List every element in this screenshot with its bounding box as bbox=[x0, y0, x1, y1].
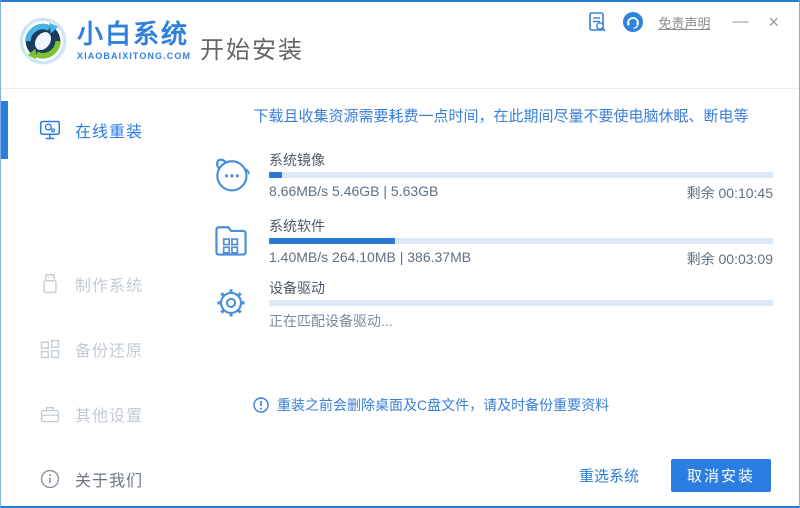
progress-bar bbox=[269, 238, 773, 244]
footer: 重选系统 取消安装 bbox=[579, 459, 771, 492]
main-content: 下载且收集资源需要耗费一点时间，在此期间尽量不要使电脑休眠、断电等 系统镜像 8… bbox=[201, 90, 799, 506]
install-notes-icon[interactable] bbox=[586, 11, 608, 33]
cancel-install-button[interactable]: 取消安装 bbox=[670, 459, 771, 492]
app-logo: 小白系统 XIAOBAIXITONG.COM bbox=[17, 14, 191, 66]
blocks-icon bbox=[40, 339, 60, 359]
task-stats: 8.66MB/s 5.46GB | 5.63GB bbox=[269, 183, 439, 199]
task-row-system-software: 系统软件 1.40MB/s 264.10MB | 386.37MB 剩余 00:… bbox=[201, 216, 799, 268]
customer-service-icon[interactable] bbox=[622, 11, 644, 33]
alert-circle-icon bbox=[253, 397, 269, 413]
logo-swirl-icon bbox=[19, 17, 67, 65]
warning-text: 下载且收集资源需要耗费一点时间，在此期间尽量不要使电脑休眠、断电等 bbox=[253, 108, 749, 125]
header: 小白系统 XIAOBAIXITONG.COM 开始安装 免责声明 — × bbox=[1, 2, 799, 89]
monitor-icon bbox=[39, 120, 61, 140]
task-row-system-image: 系统镜像 8.66MB/s 5.46GB | 5.63GB 剩余 00:10:4… bbox=[201, 150, 799, 202]
folder-icon bbox=[215, 226, 247, 256]
notice-text: 重装之前会删除桌面及C盘文件，请及时备份重要资料 bbox=[277, 397, 610, 413]
sidebar-item-label: 备份还原 bbox=[75, 343, 144, 360]
info-icon bbox=[40, 469, 60, 489]
logo-title: 小白系统 bbox=[77, 19, 190, 49]
sidebar-item-label: 关于我们 bbox=[75, 473, 144, 490]
sidebar-item-about-us[interactable]: 关于我们 bbox=[1, 450, 201, 506]
sidebar-item-backup-restore[interactable]: 备份还原 bbox=[1, 320, 201, 378]
backup-notice: 重装之前会删除桌面及C盘文件，请及时备份重要资料 bbox=[253, 395, 609, 415]
header-controls: 免责声明 — × bbox=[586, 2, 799, 42]
task-row-device-driver: 设备驱动 正在匹配设备驱动... bbox=[201, 278, 799, 330]
active-indicator bbox=[1, 101, 8, 159]
progress-bar bbox=[269, 172, 773, 178]
sidebar-item-label: 其他设置 bbox=[75, 408, 144, 425]
task-title: 设备驱动 bbox=[269, 280, 325, 296]
briefcase-icon bbox=[40, 406, 60, 423]
task-title: 系统软件 bbox=[269, 218, 325, 234]
task-title: 系统镜像 bbox=[269, 152, 325, 168]
sidebar-item-label: 制作系统 bbox=[75, 278, 144, 295]
gear-icon bbox=[217, 289, 245, 317]
reselect-system-button[interactable]: 重选系统 bbox=[579, 465, 639, 486]
face-icon bbox=[216, 158, 251, 192]
task-status: 正在匹配设备驱动... bbox=[269, 313, 393, 329]
page-title: 开始安装 bbox=[200, 37, 304, 64]
sidebar-item-make-system[interactable]: 制作系统 bbox=[1, 255, 201, 313]
task-stats: 1.40MB/s 264.10MB | 386.37MB bbox=[269, 249, 472, 265]
progress-fill bbox=[269, 172, 282, 178]
progress-bar bbox=[269, 300, 773, 306]
sidebar-item-label: 在线重装 bbox=[75, 124, 144, 141]
close-button[interactable]: × bbox=[768, 12, 779, 32]
progress-fill bbox=[269, 238, 395, 244]
sidebar: 在线重装 制作系统 备份还原 其他设置 关于我们 bbox=[1, 90, 201, 506]
sidebar-item-other-settings[interactable]: 其他设置 bbox=[1, 385, 201, 443]
app-window: 小白系统 XIAOBAIXITONG.COM 开始安装 免责声明 — × 在线重… bbox=[0, 0, 800, 508]
logo-subtitle: XIAOBAIXITONG.COM bbox=[77, 51, 192, 61]
disclaimer-link[interactable]: 免责声明 bbox=[658, 13, 710, 32]
sidebar-item-online-reinstall[interactable]: 在线重装 bbox=[1, 101, 201, 159]
task-remaining: 剩余 00:03:09 bbox=[686, 251, 773, 267]
minimize-button[interactable]: — bbox=[732, 12, 748, 32]
usb-icon bbox=[43, 274, 57, 294]
task-remaining: 剩余 00:10:45 bbox=[686, 185, 773, 201]
